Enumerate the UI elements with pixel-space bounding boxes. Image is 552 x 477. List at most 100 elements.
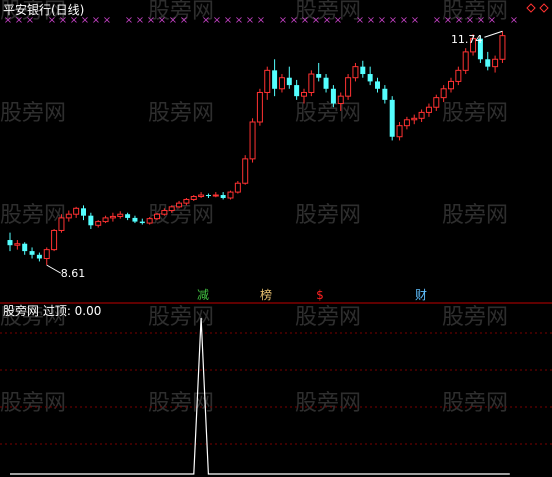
marker-x: × <box>510 15 518 26</box>
watermark-text: 股旁网 <box>295 203 361 228</box>
candle-body-up <box>492 58 499 68</box>
candle-body-up <box>176 202 183 208</box>
marker-x: × <box>279 15 287 26</box>
candle-body-up <box>256 91 263 123</box>
candle-body-down <box>7 240 13 246</box>
watermark-text: 股旁网 <box>148 101 214 126</box>
candle-body-up <box>102 217 109 223</box>
low-arrow <box>46 264 61 274</box>
candle-body-up <box>499 35 506 60</box>
watermark-text: 股旁网 <box>442 305 508 330</box>
candle-body-up <box>43 249 50 259</box>
candle-body-up <box>117 213 124 217</box>
candle-body-up <box>462 51 469 71</box>
candle-body-up <box>161 210 168 215</box>
candle-body-up <box>212 194 219 197</box>
candle-body-up <box>418 111 425 119</box>
candle-body-down <box>360 66 366 75</box>
candle-body-down <box>88 215 94 226</box>
candle-body-up <box>396 125 403 138</box>
watermark-text: 股旁网 <box>442 203 508 228</box>
marker-x: × <box>378 15 386 26</box>
candle-body-down <box>389 99 395 137</box>
marker-x: × <box>224 15 232 26</box>
signal-label: 财 <box>415 288 427 302</box>
candle-body-down <box>22 243 28 252</box>
marker-x: × <box>158 15 166 26</box>
candle-body-down <box>323 77 329 89</box>
marker-x: × <box>323 15 331 26</box>
marker-x: × <box>257 15 265 26</box>
high-price-label: 11.74 <box>451 33 483 46</box>
watermark-text: 股旁网 <box>295 391 361 416</box>
signal-label: $ <box>316 288 324 302</box>
candle-body-up <box>345 77 352 97</box>
candle-body-up <box>242 158 249 184</box>
candle-body-down <box>382 88 388 100</box>
candle-body-up <box>58 217 65 231</box>
marker-x: × <box>356 15 364 26</box>
candle-body-up <box>403 119 410 127</box>
candle-body-down <box>367 74 373 82</box>
marker-x: × <box>301 15 309 26</box>
candle-body-up <box>411 117 418 121</box>
candle-body-up <box>183 198 190 204</box>
candle-body-up <box>168 206 175 212</box>
watermark-text: 股旁网 <box>0 101 66 126</box>
candle-body-down <box>205 195 211 197</box>
marker-x: × <box>466 15 474 26</box>
candle-body-down <box>272 70 278 89</box>
marker-x: × <box>103 15 111 26</box>
marker-x: × <box>213 15 221 26</box>
candle-body-down <box>81 208 86 216</box>
marker-x: × <box>125 15 133 26</box>
candle-body-down <box>29 251 35 255</box>
candle-body-down <box>316 74 322 78</box>
marker-x: × <box>488 15 496 26</box>
candle-body-down <box>139 221 145 224</box>
candle-body-up <box>440 88 447 99</box>
candle-body-up <box>227 191 234 199</box>
diamond-icon <box>539 3 549 13</box>
candle-body-up <box>234 182 241 193</box>
candle-body-down <box>375 81 380 89</box>
candle-body-down <box>36 254 42 259</box>
marker-x: × <box>389 15 397 26</box>
signal-label: 减 <box>197 288 209 302</box>
chart-stage: 股旁网 股旁网 股旁网 股旁网 股旁网 股旁网 股旁网 股旁网 股旁网 股旁网 股旁网 股旁网 股旁网股… <box>0 0 552 477</box>
low-price-label: 8.61 <box>61 267 86 280</box>
candle-body-up <box>433 97 440 108</box>
candle-body-down <box>294 85 300 97</box>
marker-x: × <box>202 15 210 26</box>
marker-x: × <box>433 15 441 26</box>
candle-body-down <box>220 195 226 198</box>
marker-x: × <box>477 15 485 26</box>
candle-body-up <box>154 213 160 220</box>
marker-x: × <box>400 15 408 26</box>
watermark-text: 股旁网 <box>442 391 508 416</box>
candle-body-up <box>448 80 454 90</box>
candle-body-up <box>95 221 102 226</box>
watermark-text: 股旁网 <box>295 101 361 126</box>
indicator-panel-title: 股旁网 过顶: 0.00 <box>3 304 102 318</box>
candle-body-up <box>352 66 359 79</box>
watermark-text: 股旁网 <box>0 203 66 228</box>
marker-x: × <box>290 15 298 26</box>
main-panel-title: 平安银行(日线) <box>3 3 85 17</box>
marker-x: × <box>246 15 254 26</box>
candle-body-down <box>286 77 292 86</box>
marker-x: × <box>92 15 100 26</box>
marker-x: × <box>455 15 463 26</box>
candle-body-up <box>455 69 462 82</box>
watermark-text: 股旁网 <box>0 391 66 416</box>
candle-body-up <box>190 196 197 200</box>
candle-body-up <box>264 69 271 93</box>
marker-x: × <box>235 15 243 26</box>
signal-label: 榜 <box>260 287 272 302</box>
candle-body-up <box>301 91 307 97</box>
candle-body-up <box>425 106 432 113</box>
candle-body-down <box>485 59 491 67</box>
watermark-text: 股旁网 <box>295 305 361 330</box>
candle-body-up <box>14 243 21 246</box>
diamond-icon <box>526 3 536 13</box>
